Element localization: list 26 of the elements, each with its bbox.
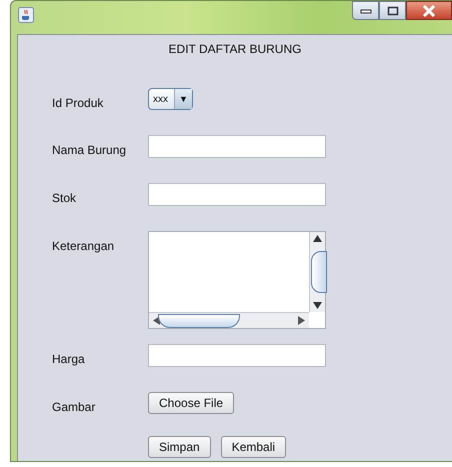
java-cup-icon [18, 7, 34, 23]
horizontal-scrollbar[interactable] [149, 312, 309, 328]
field-label: Keterangan [52, 238, 116, 253]
field-label: Id Produk [52, 95, 104, 110]
down-arrow-icon[interactable] [313, 302, 322, 309]
text-field[interactable] [148, 344, 326, 367]
form-title: EDIT DAFTAR BURUNG [168, 42, 302, 58]
id-dropdown[interactable]: xxx ▼ [148, 88, 193, 110]
minimize-icon [360, 8, 372, 14]
close-button[interactable] [406, 1, 452, 20]
field-label: Harga [52, 351, 86, 366]
choose-file-button[interactable]: Choose File [148, 392, 234, 414]
maximize-button[interactable] [379, 1, 406, 20]
up-arrow-icon[interactable] [313, 235, 322, 242]
action-button[interactable]: Simpan [148, 436, 211, 458]
close-icon [422, 4, 436, 16]
field-label: Gambar [52, 399, 96, 414]
field-label: Nama Burung [52, 142, 128, 157]
text-field[interactable] [148, 135, 326, 158]
minimize-button[interactable] [352, 1, 379, 20]
vertical-scrollbar[interactable] [309, 232, 325, 312]
right-arrow-icon[interactable] [298, 316, 305, 325]
text-field[interactable] [148, 183, 326, 206]
action-button[interactable]: Kembali [220, 436, 286, 458]
field-label: Stok [52, 190, 78, 205]
maximize-icon [386, 6, 398, 16]
